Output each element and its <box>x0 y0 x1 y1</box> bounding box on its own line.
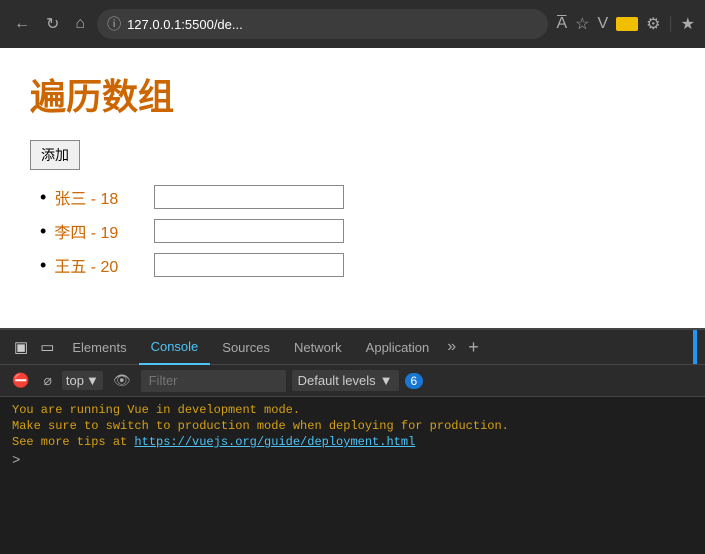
yellow-box-icon <box>616 17 638 31</box>
console-output: You are running Vue in development mode.… <box>0 397 705 554</box>
list-item-text: 张三 - 18 <box>54 185 144 209</box>
back-button[interactable]: ← <box>10 11 34 37</box>
add-tab-button[interactable]: + <box>462 333 485 362</box>
list-item: 李四 - 19 <box>40 219 675 243</box>
tab-console[interactable]: Console <box>139 330 211 365</box>
list-item: 张三 - 18 <box>40 185 675 209</box>
console-prompt[interactable]: > <box>12 453 693 469</box>
console-link[interactable]: https://vuejs.org/guide/deployment.html <box>134 435 415 449</box>
context-dropdown-icon: ▼ <box>86 373 99 388</box>
devtools-panel: ▣ ▭ Elements Console Sources Network App… <box>0 328 705 552</box>
list-item-text: 王五 - 20 <box>54 253 144 277</box>
block-requests-button[interactable]: ⌀ <box>39 370 55 391</box>
levels-dropdown-icon: ▼ <box>380 373 393 388</box>
clear-console-button[interactable]: ⛔ <box>8 370 33 391</box>
page-title: 遍历数组 <box>30 68 675 120</box>
refresh-button[interactable]: ↻ <box>42 10 63 38</box>
tab-sources[interactable]: Sources <box>210 330 282 365</box>
list-item-text: 李四 - 19 <box>54 219 144 243</box>
list-item-input-1[interactable] <box>154 185 344 209</box>
list-item-input-2[interactable] <box>154 219 344 243</box>
address-bar[interactable]: ⓘ 127.0.0.1:5500/de... <box>97 9 548 39</box>
context-selector[interactable]: top ▼ <box>62 371 103 390</box>
list-item: 王五 - 20 <box>40 253 675 277</box>
show-timestamps-button[interactable]: 👁 <box>109 370 135 391</box>
browser-icons: A̅ ☆ V ⚙ | ★ <box>556 14 695 34</box>
page-content: 遍历数组 添加 张三 - 18 李四 - 19 王五 - 20 <box>0 48 705 328</box>
list-item-input-3[interactable] <box>154 253 344 277</box>
devtools-toolbar: ▣ ▭ Elements Console Sources Network App… <box>0 330 705 365</box>
tab-network[interactable]: Network <box>282 330 354 365</box>
console-line-2: Make sure to switch to production mode w… <box>12 419 693 433</box>
tab-elements[interactable]: Elements <box>60 330 138 365</box>
list-section: 张三 - 18 李四 - 19 王五 - 20 <box>30 185 675 277</box>
default-levels-button[interactable]: Default levels ▼ <box>292 370 399 391</box>
browser-chrome: ← ↻ ⌂ ⓘ 127.0.0.1:5500/de... A̅ ☆ V ⚙ | … <box>0 0 705 48</box>
tab-application[interactable]: Application <box>354 330 442 365</box>
reader-icon[interactable]: A̅ <box>556 15 567 33</box>
error-count-badge: 6 <box>405 373 424 389</box>
add-button[interactable]: 添加 <box>30 140 80 170</box>
top-label: top <box>66 373 84 388</box>
devtools-status-bar <box>693 330 697 364</box>
inspect-element-button[interactable]: ▣ <box>8 334 34 360</box>
default-levels-label: Default levels <box>298 373 376 388</box>
home-button[interactable]: ⌂ <box>71 11 89 37</box>
filter-input[interactable] <box>141 370 286 392</box>
console-line-1: You are running Vue in development mode. <box>12 403 693 417</box>
console-toolbar: ⛔ ⌀ top ▼ 👁 Default levels ▼ 6 <box>0 365 705 397</box>
info-icon: ⓘ <box>107 14 121 34</box>
favorites-add-icon[interactable]: ★ <box>681 14 695 34</box>
url-text: 127.0.0.1:5500/de... <box>127 17 243 32</box>
device-toggle-button[interactable]: ▭ <box>34 334 60 360</box>
more-tabs-icon[interactable]: » <box>441 334 462 360</box>
favorites-icon[interactable]: ☆ <box>575 14 589 34</box>
console-line-3: See more tips at https://vuejs.org/guide… <box>12 435 693 449</box>
vue-icon: V <box>597 15 608 33</box>
settings-icon[interactable]: ⚙ <box>646 14 660 34</box>
